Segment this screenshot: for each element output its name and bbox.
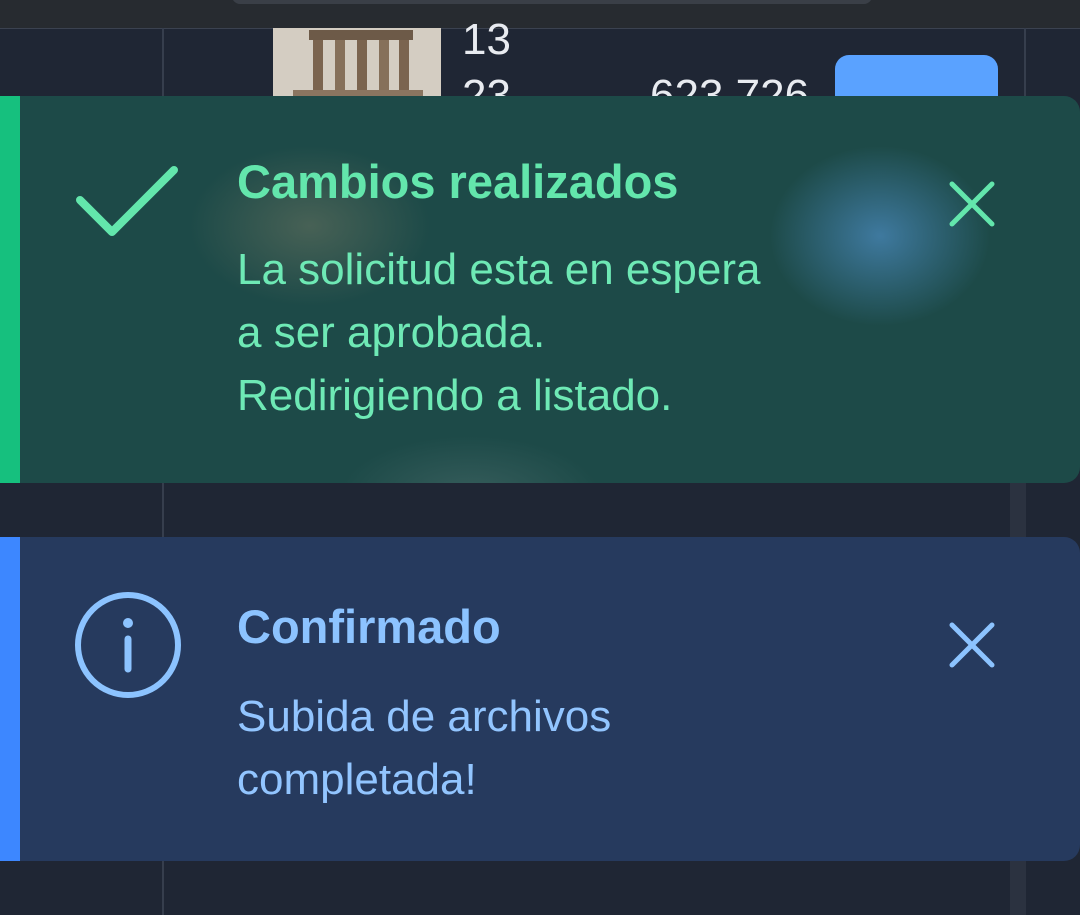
toast-message: La solicitud esta en espera a ser aproba… xyxy=(237,238,760,427)
info-icon xyxy=(75,592,181,698)
row-thumbnail-image xyxy=(273,28,441,100)
table-cell: 13 xyxy=(462,15,511,64)
address-bar[interactable] xyxy=(232,0,872,4)
check-icon xyxy=(76,166,178,236)
close-icon[interactable] xyxy=(944,176,1000,232)
toast-success: Cambios realizados La solicitud esta en … xyxy=(0,96,1080,483)
toast-title: Cambios realizados xyxy=(237,155,679,208)
toast-message-line: completada! xyxy=(237,755,477,804)
toast-title: Confirmado xyxy=(237,600,501,653)
toast-message-line: La solicitud esta en espera xyxy=(237,245,761,294)
toast-close-button[interactable] xyxy=(944,176,1000,232)
toast-message-line: Redirigiendo a listado. xyxy=(237,371,673,420)
toast-info: Confirmado Subida de archivos completada… xyxy=(0,537,1080,861)
toast-message-line: Subida de archivos xyxy=(237,692,612,741)
close-icon[interactable] xyxy=(944,617,1000,673)
top-bar xyxy=(0,0,1080,29)
toast-close-button[interactable] xyxy=(944,617,1000,673)
toast-message-line: a ser aprobada. xyxy=(237,308,546,357)
ruins-thumbnail-icon xyxy=(273,28,441,100)
toast-message: Subida de archivos completada! xyxy=(237,685,611,811)
